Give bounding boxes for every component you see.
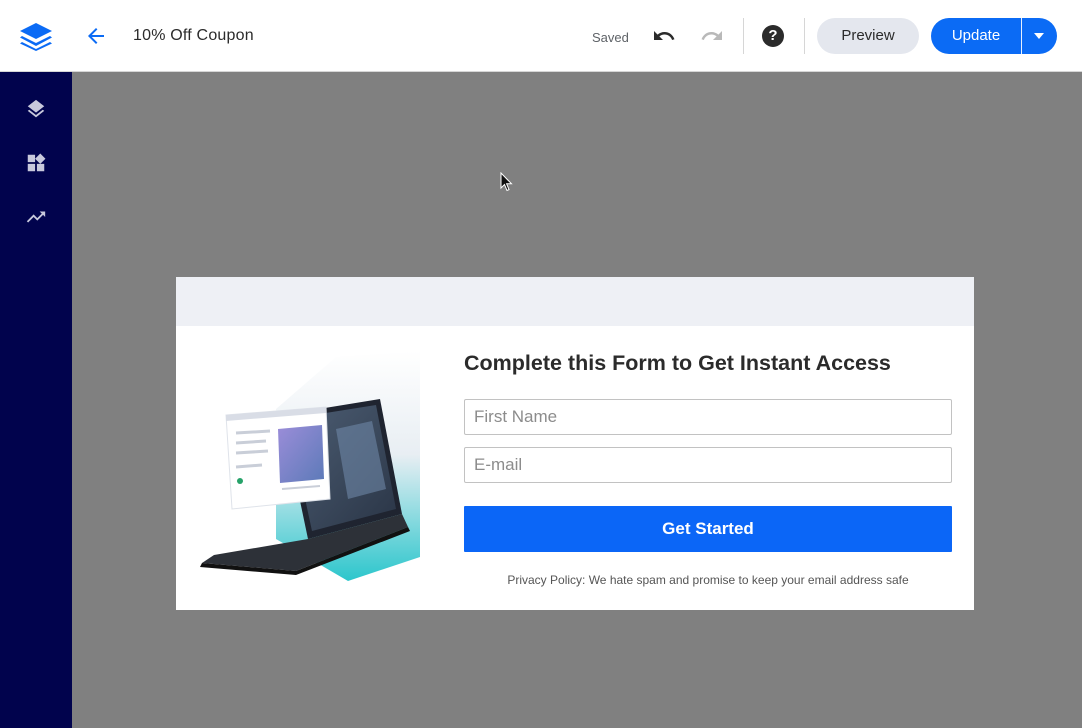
saved-status: Saved [592,30,629,45]
update-button-group: Update [931,18,1057,54]
popup-headline: Complete this Form to Get Instant Access [464,351,891,375]
page-title: 10% Off Coupon [133,27,254,44]
back-arrow-icon[interactable] [84,24,108,48]
email-input[interactable] [464,447,952,483]
update-button[interactable]: Update [931,18,1021,54]
help-icon[interactable]: ? [762,25,784,47]
mouse-cursor-icon [500,172,513,192]
left-sidebar [0,72,72,728]
layers-logo-icon[interactable] [18,21,54,51]
layers-icon[interactable] [25,98,47,120]
optin-popup[interactable]: Complete this Form to Get Instant Access… [176,277,974,610]
toolbar-divider [743,18,744,54]
first-name-input[interactable] [464,399,952,435]
get-started-button[interactable]: Get Started [464,506,952,552]
redo-icon[interactable] [700,24,724,48]
trending-up-icon[interactable] [25,206,47,228]
undo-icon[interactable] [652,24,676,48]
widgets-icon[interactable] [25,152,47,174]
caret-down-icon [1034,33,1044,39]
laptop-illustration [200,351,420,581]
update-options-dropdown[interactable] [1022,18,1057,54]
toolbar-divider [804,18,805,54]
privacy-policy-text: Privacy Policy: We hate spam and promise… [507,573,909,587]
popup-header-bar [176,277,974,326]
top-bar: 10% Off Coupon Saved ? Preview Update [0,0,1082,72]
preview-button[interactable]: Preview [817,18,919,54]
